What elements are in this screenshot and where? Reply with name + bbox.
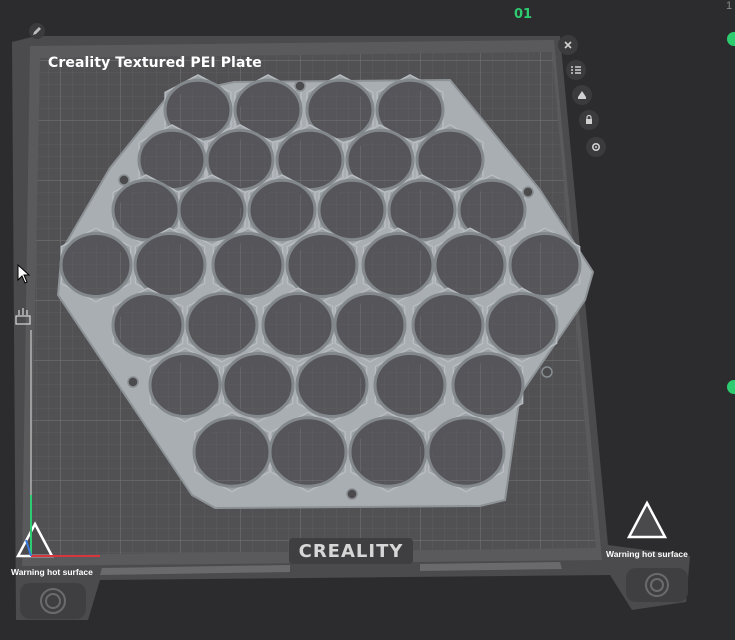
mounting-hole [346, 488, 358, 500]
hex-cell-floor [432, 426, 500, 484]
mounting-hole [127, 376, 139, 388]
lock-plate-button[interactable] [579, 110, 599, 130]
plate-number: 01 [514, 7, 533, 22]
hex-cell-floor [323, 189, 381, 237]
hex-cell-floor [191, 302, 253, 354]
hex-cell-floor [367, 242, 429, 294]
hex-cell-floor [183, 189, 241, 237]
brand-logo: CREALITY [289, 538, 413, 564]
plate-name[interactable]: Creality Textured PEI Plate [48, 55, 262, 71]
hex-cell-floor [491, 302, 553, 354]
hex-cell-floor [379, 362, 441, 414]
arrange-button[interactable] [566, 60, 586, 80]
hex-cell-floor [291, 242, 353, 294]
orient-icon [578, 91, 586, 99]
warning-text-right: Warning hot surface [606, 549, 688, 559]
arrange-icon [571, 66, 581, 74]
hex-cell-floor [339, 302, 401, 354]
status-indicator [727, 380, 735, 394]
mounting-hole [118, 174, 130, 186]
3d-viewport[interactable]: 01 Creality Textured PEI Plate CREALITY … [0, 0, 735, 640]
hex-cell-floor [354, 426, 422, 484]
warning-text-left: Warning hot surface [11, 567, 93, 577]
mounting-hole [294, 80, 306, 92]
hot-surface-warning-icon [626, 500, 668, 539]
hex-cell-floor [117, 302, 179, 354]
edge-number: 1 [726, 0, 733, 12]
hex-cell-floor [65, 242, 127, 294]
hex-cell-floor [154, 362, 216, 414]
hex-cell-floor [417, 302, 479, 354]
edit-plate-button[interactable] [29, 23, 45, 39]
hex-cell-floor [514, 242, 576, 294]
mounting-hole [522, 186, 534, 198]
close-icon [564, 41, 572, 49]
lock-icon [586, 114, 592, 124]
close-plate-button[interactable] [558, 35, 578, 55]
hex-cell-floor [217, 242, 279, 294]
status-indicator [727, 32, 735, 46]
gear-icon [591, 142, 601, 152]
mounting-hole [541, 366, 553, 378]
orient-button[interactable] [572, 85, 592, 105]
hex-cell-floor [274, 426, 342, 484]
hex-cell-floor [267, 302, 329, 354]
plate-settings-button[interactable] [586, 137, 606, 157]
hex-cell-floor [253, 189, 311, 237]
hex-cell-floor [439, 242, 501, 294]
mouse-cursor-icon [17, 264, 31, 284]
pencil-icon [33, 27, 41, 35]
hex-cell-floor [139, 242, 201, 294]
hex-cell-floor [457, 362, 519, 414]
hex-cell-floor [301, 362, 363, 414]
hex-cell-floor [227, 362, 289, 414]
hex-cell-floor [198, 426, 266, 484]
